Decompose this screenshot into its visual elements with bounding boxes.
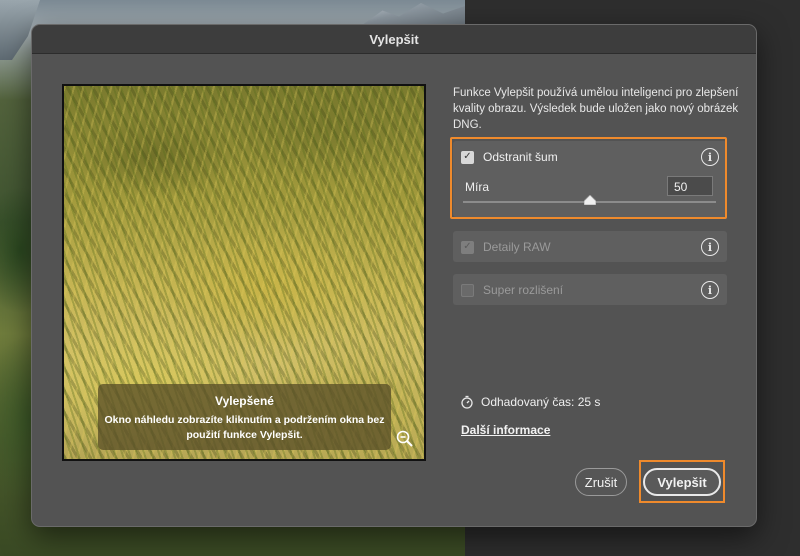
super-resolution-label: Super rozlišení xyxy=(483,283,564,297)
zoom-out-icon[interactable] xyxy=(395,429,415,449)
stopwatch-icon xyxy=(461,395,473,409)
raw-details-panel: ✓ Detaily RAW i xyxy=(453,231,727,262)
preview-overlay: Vylepšené Okno náhledu zobrazíte kliknut… xyxy=(98,384,391,450)
estimated-time-text: Odhadovaný čas: 25 s xyxy=(481,395,601,409)
preview-overlay-title: Vylepšené xyxy=(215,394,274,408)
dialog-title: Vylepšit xyxy=(369,31,419,47)
preview-image[interactable]: Vylepšené Okno náhledu zobrazíte kliknut… xyxy=(62,84,426,461)
cancel-button[interactable]: Zrušit xyxy=(575,468,627,496)
enhance-dialog: Vylepšit Vylepšené Okno náhledu zobrazít… xyxy=(31,24,757,527)
super-resolution-checkbox[interactable] xyxy=(461,283,474,297)
raw-details-info-icon[interactable]: i xyxy=(701,238,719,256)
super-resolution-info-icon[interactable]: i xyxy=(701,281,719,299)
denoise-highlight-frame xyxy=(450,137,727,219)
enhance-highlight-frame xyxy=(639,460,725,503)
super-resolution-panel: Super rozlišení i xyxy=(453,274,727,305)
raw-details-checkbox[interactable]: ✓ xyxy=(461,240,474,254)
estimated-time: Odhadovaný čas: 25 s xyxy=(460,395,600,409)
preview-overlay-text: Okno náhledu zobrazíte kliknutím a podrž… xyxy=(104,414,385,441)
description-text: Funkce Vylepšit používá umělou inteligen… xyxy=(453,87,739,131)
dialog-titlebar: Vylepšit xyxy=(32,25,756,54)
raw-details-label: Detaily RAW xyxy=(483,240,551,254)
more-info-link[interactable]: Další informace xyxy=(461,423,550,437)
